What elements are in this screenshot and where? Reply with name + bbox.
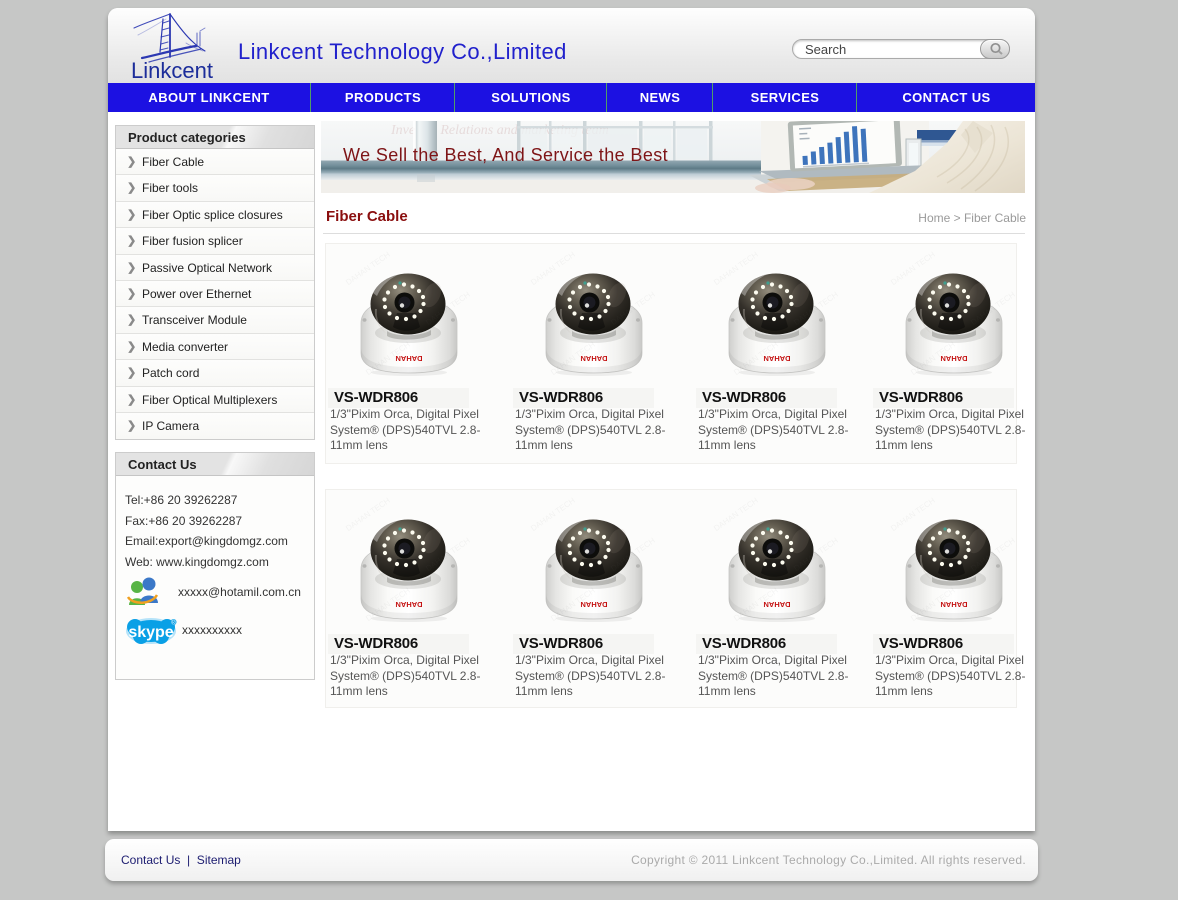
svg-text:We Sell the Best, And Service: We Sell the Best, And Service the Best xyxy=(343,145,668,165)
svg-text:skype: skype xyxy=(128,624,173,641)
svg-text:Linkcent: Linkcent xyxy=(131,58,213,83)
